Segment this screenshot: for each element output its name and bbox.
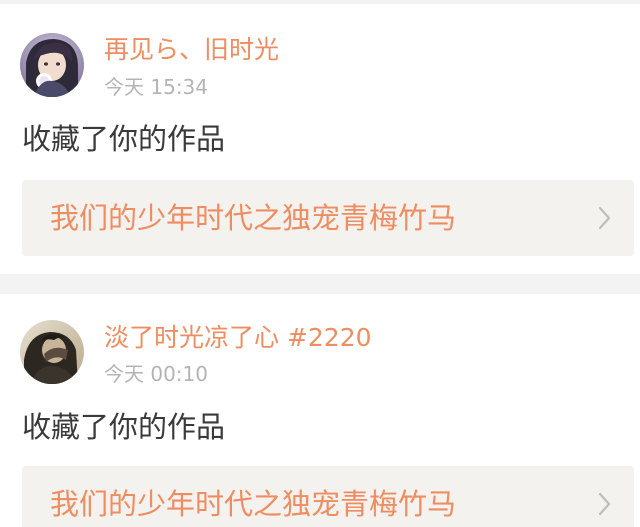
user-avatar-icon[interactable] <box>20 320 84 384</box>
notification-feed: 再见ら、旧时光 今天 15:34 收藏了你的作品 我们的少年时代之独宠青梅竹马 <box>0 0 640 527</box>
user-name-link[interactable]: 再见ら、旧时光 <box>104 35 279 65</box>
chevron-right-icon <box>598 492 611 516</box>
action-text: 收藏了你的作品 <box>22 122 226 156</box>
action-text: 收藏了你的作品 <box>22 410 226 444</box>
user-name-link[interactable]: 淡了时光凉了心 #2220 <box>104 323 372 353</box>
work-title: 我们的少年时代之独宠青梅竹马 <box>50 201 457 235</box>
notification-card: 淡了时光凉了心 #2220 今天 00:10 收藏了你的作品 我们的少年时代之独… <box>0 294 640 527</box>
work-link-card[interactable]: 我们的少年时代之独宠青梅竹马 <box>22 466 634 527</box>
notification-time: 今天 00:10 <box>104 362 208 386</box>
notification-time: 今天 15:34 <box>104 75 208 99</box>
work-title: 我们的少年时代之独宠青梅竹马 <box>50 487 457 521</box>
work-link-card[interactable]: 我们的少年时代之独宠青梅竹马 <box>22 180 634 256</box>
notification-card: 再见ら、旧时光 今天 15:34 收藏了你的作品 我们的少年时代之独宠青梅竹马 <box>0 4 640 274</box>
user-avatar-icon[interactable] <box>20 33 84 97</box>
chevron-right-icon <box>598 206 611 230</box>
